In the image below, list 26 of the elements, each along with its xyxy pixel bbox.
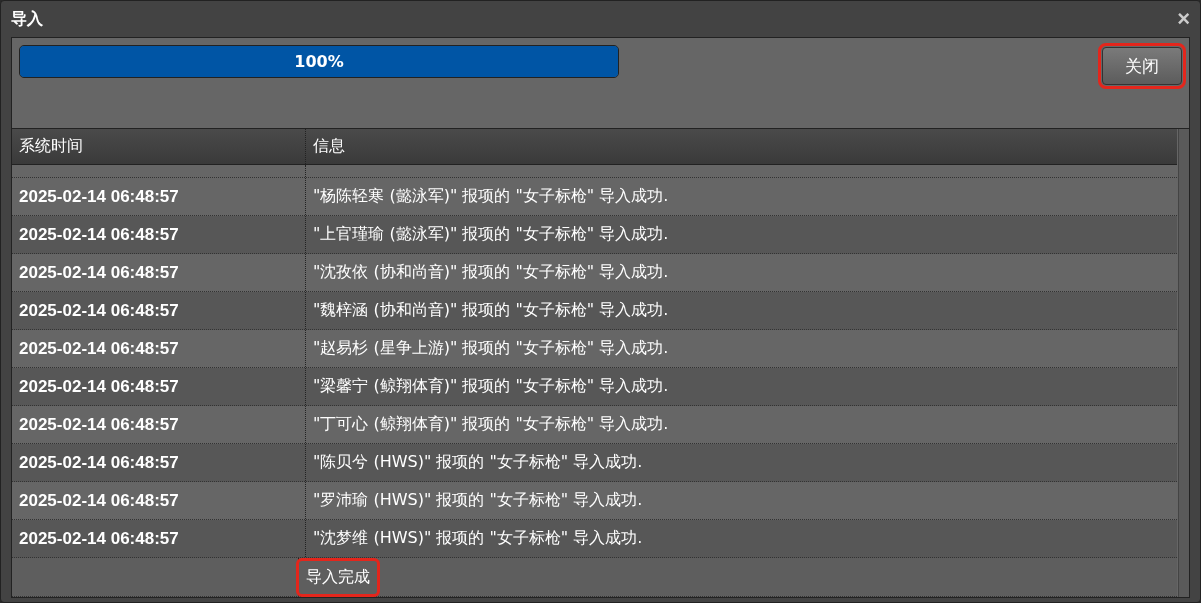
column-header[interactable]: 系统时间 [12,129,306,164]
message-cell-text: "赵易杉 (星争上游)" 报项的 "女子标枪" 导入成功. [312,337,670,359]
time-cell: 2025-02-14 06:48:57 [12,406,306,443]
column-header[interactable]: 信息 [306,129,1177,164]
message-cell-text: "丁可心 (鲸翔体育)" 报项的 "女子标枪" 导入成功. [312,413,670,435]
time-cell: 2025-02-14 06:48:57 [12,520,306,557]
time-cell: 2025-02-14 06:48:57 [12,482,306,519]
message-cell-text: "陈贝兮 (HWS)" 报项的 "女子标枪" 导入成功. [312,451,644,473]
time-cell: 2025-02-14 06:48:57 [12,330,306,367]
time-cell: 2025-02-14 06:48:57 [12,292,306,329]
progress-label: 100% [294,52,344,71]
message-cell-text: "杨陈轻寒 (懿泳军)" 报项的 "女子标枪" 导入成功. [312,185,670,207]
time-cell: 2025-02-14 06:48:57 [12,368,306,405]
time-cell: 2025-02-14 06:48:57 [12,254,306,291]
scrollbar[interactable] [1178,129,1189,597]
message-cell-text: "沈孜依 (协和尚音)" 报项的 "女子标枪" 导入成功. [312,261,670,283]
message-cell-text: "梁馨宁 (鲸翔体育)" 报项的 "女子标枪" 导入成功. [312,375,670,397]
message-cell-text: "沈梦维 (HWS)" 报项的 "女子标枪" 导入成功. [312,527,644,549]
window-title: 导入 [11,8,43,30]
time-cell: 2025-02-14 06:48:57 [12,216,306,253]
message-cell-text: "罗沛瑜 (HWS)" 报项的 "女子标枪" 导入成功. [312,489,644,511]
message-cell-text: "上官瑾瑜 (懿泳军)" 报项的 "女子标枪" 导入成功. [312,223,670,245]
time-cell: 2025-02-14 06:48:57 [12,444,306,481]
message-cell-text: "魏梓涵 (协和尚音)" 报项的 "女子标枪" 导入成功. [312,299,670,321]
time-cell: 2025-02-14 06:48:57 [12,178,306,215]
completion-message: 导入完成 [299,560,377,594]
